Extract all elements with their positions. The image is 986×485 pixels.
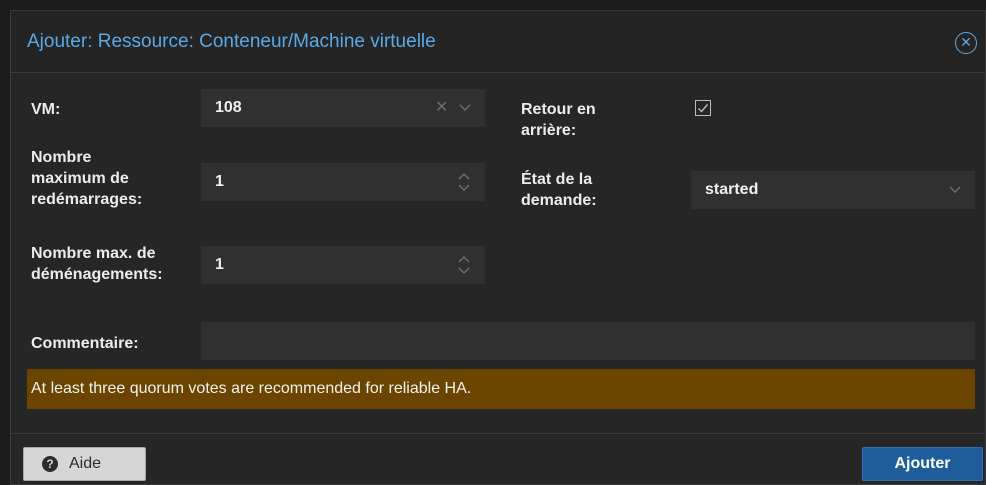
- state-value: started: [705, 181, 759, 198]
- max-relocate-label-line-1: Nombre max. de: [31, 245, 156, 262]
- help-button[interactable]: ? Aide: [23, 447, 146, 481]
- question-circle-icon: ?: [42, 456, 58, 472]
- state-select[interactable]: started: [691, 171, 975, 209]
- spinner-arrows-icon[interactable]: [457, 171, 471, 193]
- checkmark-icon: [698, 104, 709, 113]
- spinner-arrows-icon[interactable]: [457, 254, 471, 276]
- close-icon[interactable]: ✕: [955, 32, 977, 54]
- dialog-title: Ajouter: Ressource: Conteneur/Machine vi…: [27, 31, 436, 52]
- failback-label-line-2: arrière:: [521, 122, 577, 139]
- failback-checkbox[interactable]: [695, 100, 711, 116]
- help-button-label: Aide: [69, 455, 102, 472]
- max-restart-label: Nombre maximum de redémarrages:: [31, 147, 142, 210]
- quorum-warning: At least three quorum votes are recommen…: [27, 369, 975, 409]
- vm-select[interactable]: 108 ✕: [201, 89, 485, 127]
- max-restart-label-line-2: maximum de: [31, 170, 129, 187]
- max-relocate-input[interactable]: 1: [201, 246, 485, 284]
- comment-label: Commentaire:: [31, 335, 139, 352]
- max-relocate-label: Nombre max. de déménagements:: [31, 243, 163, 285]
- max-restart-input[interactable]: 1: [201, 163, 485, 201]
- failback-label: Retour en arrière:: [521, 99, 596, 141]
- vm-value: 108: [215, 99, 242, 116]
- dialog-titlebar: Ajouter: Ressource: Conteneur/Machine vi…: [11, 11, 985, 73]
- max-relocate-label-line-2: déménagements:: [31, 266, 163, 283]
- failback-label-line-1: Retour en: [521, 101, 596, 118]
- footer-divider: [11, 433, 985, 434]
- vm-label: VM:: [31, 101, 61, 118]
- chevron-down-icon[interactable]: [459, 104, 471, 112]
- add-button[interactable]: Ajouter: [862, 447, 983, 481]
- state-label-line-2: demande:: [521, 192, 597, 209]
- max-restart-label-line-1: Nombre: [31, 149, 92, 166]
- state-label-line-1: État de la: [521, 171, 593, 188]
- max-relocate-value: 1: [215, 256, 224, 273]
- max-restart-value: 1: [215, 173, 224, 190]
- clear-icon[interactable]: ✕: [435, 97, 448, 117]
- comment-input[interactable]: [201, 322, 975, 360]
- max-restart-label-line-3: redémarrages:: [31, 191, 143, 208]
- chevron-down-icon[interactable]: [949, 186, 961, 194]
- state-label: État de la demande:: [521, 169, 597, 211]
- add-resource-dialog: Ajouter: Ressource: Conteneur/Machine vi…: [10, 10, 986, 485]
